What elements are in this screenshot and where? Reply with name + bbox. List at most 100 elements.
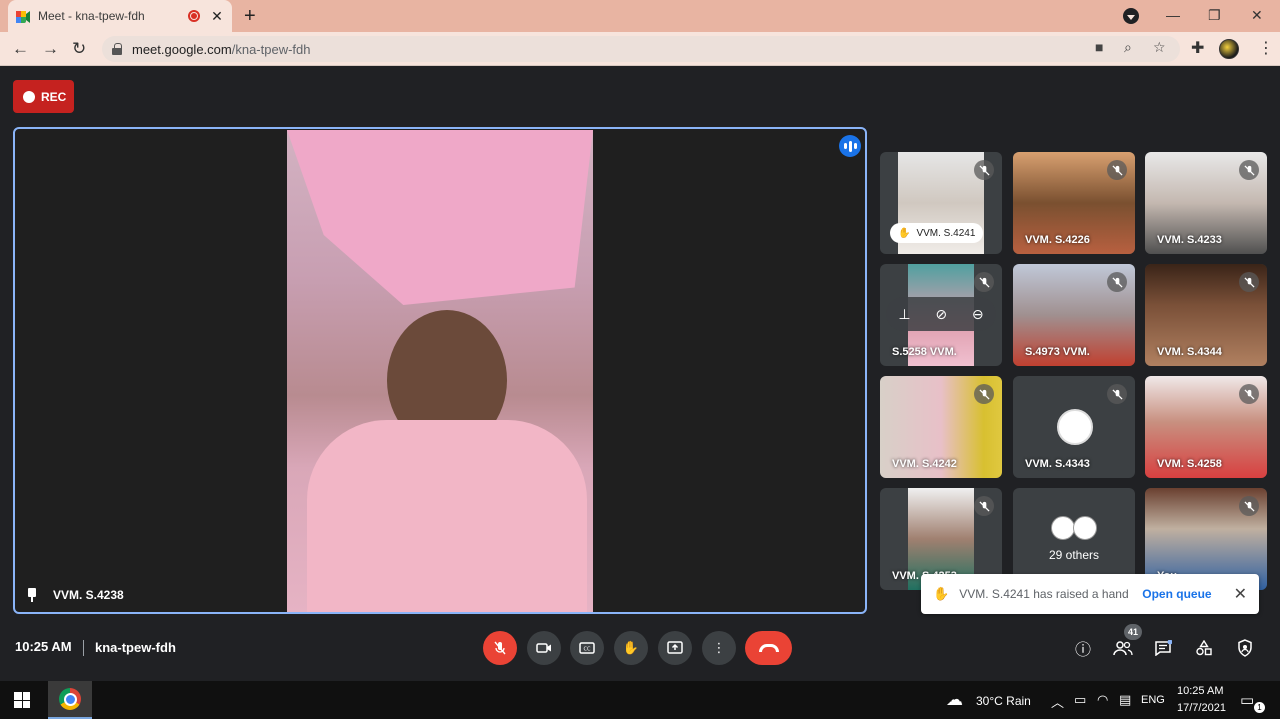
participant-count-badge: 41 [1124, 624, 1142, 640]
participant-avatar [1051, 516, 1075, 540]
extensions-puzzle-icon[interactable]: ✚ [1191, 38, 1204, 58]
tab-close-button[interactable]: ✕ [210, 8, 224, 25]
host-controls-icon[interactable] [1233, 636, 1257, 660]
participant-tile[interactable]: VVM. S.4233 [1145, 152, 1267, 254]
profile-avatar[interactable] [1219, 39, 1239, 59]
participant-name: VVM. S.4242 [892, 458, 957, 470]
recording-indicator-icon [188, 10, 200, 22]
windows-taskbar: ☁ 30°C Rain ︿ ▭ ◠ ▤ ENG 10:25 AM 17/7/20… [0, 681, 1280, 719]
mute-participant-icon[interactable]: ⊘ [935, 306, 947, 323]
battery-icon[interactable]: ▭ [1074, 692, 1086, 708]
mic-off-icon [1107, 272, 1127, 292]
remove-participant-icon[interactable]: ⊖ [972, 306, 984, 323]
minimize-button[interactable]: — [1166, 4, 1180, 26]
forward-arrow-icon[interactable]: → [42, 38, 59, 60]
raise-hand-button[interactable]: ✋ [614, 631, 648, 665]
raised-hand-chip: ✋ VVM. S.4241 [890, 223, 984, 243]
participant-name: S.4973 VVM. [1025, 346, 1090, 358]
participant-tile[interactable]: ✋ VVM. S.4241 [880, 152, 1002, 254]
present-screen-icon [667, 641, 683, 654]
clock-time[interactable]: 10:25 AM [1177, 685, 1223, 697]
taskbar-chrome-button[interactable] [48, 681, 92, 719]
recording-badge[interactable]: REC [13, 80, 74, 113]
language-indicator[interactable]: ENG [1141, 694, 1165, 706]
raised-hand-icon: ✋ [933, 586, 950, 601]
participant-name: VVM. S.4226 [1025, 234, 1090, 246]
meet-favicon-icon [16, 10, 30, 23]
reload-icon[interactable]: ↻ [72, 38, 86, 60]
mic-off-icon [1239, 384, 1259, 404]
camera-toggle-button[interactable] [527, 631, 561, 665]
chrome-icon [59, 688, 81, 710]
toast-message: VVM. S.4241 has raised a hand [959, 587, 1129, 601]
raised-hand-toast: ✋ VVM. S.4241 has raised a hand Open que… [921, 574, 1259, 614]
participant-avatar [1057, 409, 1093, 445]
rec-label: REC [41, 89, 67, 104]
weather-text[interactable]: 30°C Rain [976, 694, 1031, 708]
wifi-icon[interactable]: ◠ [1097, 692, 1108, 708]
others-count-label: 29 others [1048, 548, 1100, 562]
leave-call-button[interactable] [745, 631, 792, 665]
tab-strip: Meet - kna-tpew-fdh ✕ + — ❐ ✕ [0, 0, 1280, 32]
notifications-icon[interactable]: ▭ [1240, 691, 1254, 709]
tab-meet[interactable]: Meet - kna-tpew-fdh ✕ [8, 0, 232, 32]
mic-toggle-button[interactable] [483, 631, 517, 665]
participant-tile[interactable]: VVM. S.4242 [880, 376, 1002, 478]
open-queue-link[interactable]: Open queue [1142, 587, 1211, 601]
captions-button[interactable]: CC [570, 631, 604, 665]
windows-start-icon[interactable] [14, 692, 30, 708]
window-close-button[interactable]: ✕ [1251, 4, 1263, 26]
weather-cloud-icon: ☁ [946, 690, 963, 709]
main-participant-label: VVM. S.4238 [27, 588, 124, 602]
meeting-details-icon[interactable]: ⓘ [1071, 636, 1095, 660]
mic-off-icon [974, 496, 994, 516]
back-arrow-icon[interactable]: ← [12, 38, 29, 60]
main-speaker-tile[interactable]: VVM. S.4238 [13, 127, 867, 614]
mic-off-icon [974, 272, 994, 292]
mic-off-icon [1239, 496, 1259, 516]
participant-tile[interactable]: VVM. S.4258 [1145, 376, 1267, 478]
speaking-indicator-icon [839, 135, 861, 157]
clock-date[interactable]: 17/7/2021 [1177, 702, 1226, 714]
new-tab-button[interactable]: + [244, 4, 256, 28]
browser-toolbar: ← → ↻ meet.google.com/kna-tpew-fdh ■ ⌕ ☆ [0, 32, 1280, 66]
maximize-button[interactable]: ❐ [1208, 4, 1221, 26]
participant-tile[interactable]: ⊥ ⊘ ⊖ S.5258 VVM. [880, 264, 1002, 366]
participant-tile[interactable]: VVM. S.4344 [1145, 264, 1267, 366]
address-bar[interactable]: meet.google.com/kna-tpew-fdh ■ ⌕ ☆ [102, 36, 1180, 62]
activities-icon[interactable] [1192, 636, 1216, 660]
chat-icon[interactable] [1151, 636, 1175, 660]
main-speaker-video [287, 130, 593, 612]
mic-off-icon [1239, 272, 1259, 292]
participant-tile[interactable]: VVM. S.4226 [1013, 152, 1135, 254]
chevron-up-icon[interactable]: ︿ [1051, 692, 1064, 711]
pin-icon [27, 588, 37, 602]
meeting-code: kna-tpew-fdh [95, 640, 176, 655]
zoom-icon[interactable]: ⌕ [1124, 39, 1132, 56]
participant-name: VVM. S.4343 [1025, 458, 1090, 470]
mic-off-icon [1107, 160, 1127, 180]
captions-icon: CC [579, 642, 595, 654]
camera-permission-icon[interactable]: ■ [1095, 39, 1103, 55]
notification-count: 1 [1254, 702, 1265, 713]
mic-off-icon [1239, 160, 1259, 180]
more-options-button[interactable]: ⋮ [702, 631, 736, 665]
display-icon[interactable]: ▤ [1119, 692, 1131, 708]
participant-name: S.5258 VVM. [892, 346, 957, 358]
url-text: meet.google.com/kna-tpew-fdh [132, 41, 311, 57]
present-button[interactable] [658, 631, 692, 665]
meeting-time: 10:25 AM [15, 639, 72, 654]
tab-search-icon[interactable] [1123, 8, 1139, 24]
participant-tile[interactable]: S.4973 VVM. [1013, 264, 1135, 366]
divider [83, 640, 84, 656]
participant-tile[interactable]: VVM. S.4343 [1013, 376, 1135, 478]
pin-tile-icon[interactable]: ⊥ [898, 306, 910, 323]
participant-name: VVM. S.4258 [1157, 458, 1222, 470]
tab-title: Meet - kna-tpew-fdh [38, 9, 145, 23]
video-dress-shape [307, 420, 587, 612]
bookmark-star-icon[interactable]: ☆ [1153, 39, 1166, 56]
more-vert-icon: ⋮ [712, 640, 726, 655]
toast-close-icon[interactable]: ✕ [1234, 584, 1247, 604]
participant-avatar [1073, 516, 1097, 540]
browser-menu-icon[interactable]: ⋮ [1258, 38, 1274, 58]
